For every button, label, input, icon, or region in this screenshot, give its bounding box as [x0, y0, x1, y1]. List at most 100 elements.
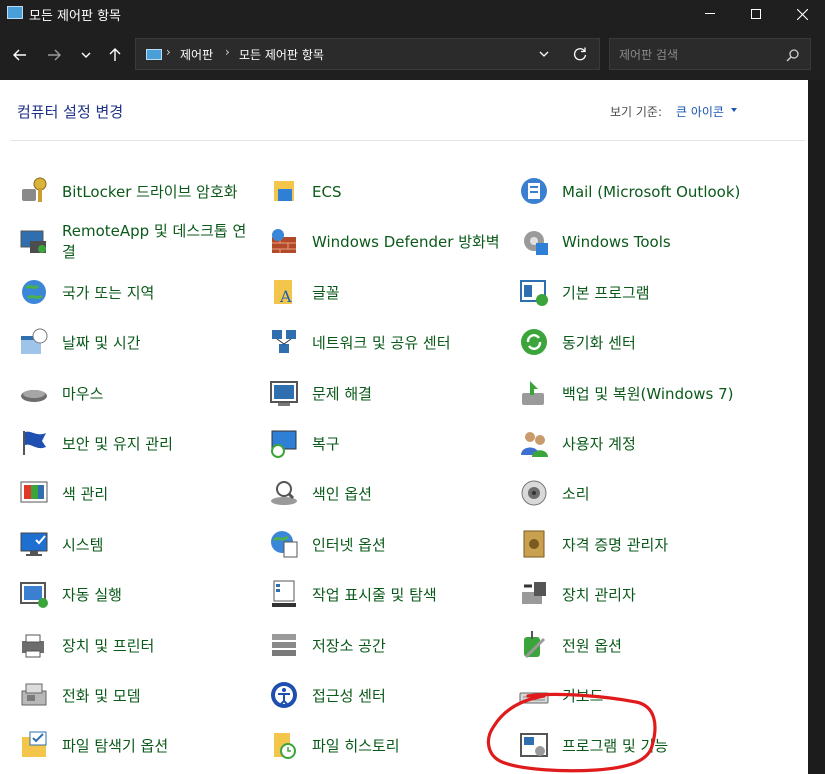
control-panel-item[interactable]: 백업 및 복원(Windows 7) [518, 371, 758, 417]
control-panel-item[interactable]: 마우스 [18, 371, 258, 417]
control-panel-item[interactable]: 문제 해결 [268, 371, 508, 417]
control-panel-item[interactable]: 프로그램 및 기능 [518, 723, 758, 769]
scrollbar-track[interactable] [808, 80, 825, 774]
control-panel-item-label[interactable]: ECS [312, 169, 502, 215]
control-panel-item-label[interactable]: 네트워크 및 공유 센터 [312, 320, 502, 366]
view-by-dropdown[interactable]: 큰 아이콘 [676, 103, 724, 120]
control-panel-item-label[interactable]: 글꼴 [312, 270, 502, 316]
control-panel-item[interactable]: 저장소 공간 [268, 623, 508, 669]
file-history-icon [268, 729, 300, 761]
control-panel-item-label[interactable]: 동기화 센터 [562, 320, 752, 366]
control-panel-item[interactable]: 국가 또는 지역 [18, 270, 258, 316]
control-panel-item-label[interactable]: 사용자 계정 [562, 421, 752, 467]
control-panel-item-label[interactable]: 복구 [312, 421, 502, 467]
address-dropdown-button[interactable] [534, 39, 554, 69]
control-panel-item[interactable]: 네트워크 및 공유 센터 [268, 320, 508, 366]
close-button[interactable] [779, 0, 825, 28]
control-panel-item[interactable]: 접근성 센터 [268, 673, 508, 719]
back-button[interactable] [7, 42, 33, 68]
control-panel-item[interactable]: 키보드 [518, 673, 758, 719]
address-box[interactable]: › 제어판 › 모든 제어판 항목 [135, 38, 600, 70]
control-panel-item[interactable]: 기본 프로그램 [518, 270, 758, 316]
control-panel-item[interactable]: A 글꼴 [268, 270, 508, 316]
control-panel-item-label[interactable]: 백업 및 복원(Windows 7) [562, 371, 752, 417]
control-panel-item-label[interactable]: 색 관리 [62, 471, 252, 517]
control-panel-item-label[interactable]: 접근성 센터 [312, 673, 502, 719]
control-panel-item-label[interactable]: 소리 [562, 471, 752, 517]
window-title: 모든 제어판 항목 [29, 9, 121, 24]
control-panel-item-label[interactable]: 프로그램 및 기능 [562, 723, 752, 769]
control-panel-item-label[interactable]: 전화 및 모뎀 [62, 673, 252, 719]
network-icon [268, 326, 300, 358]
control-panel-item-label[interactable]: 색인 옵션 [312, 471, 502, 517]
control-panel-item-label[interactable]: 저장소 공간 [312, 623, 502, 669]
search-icon[interactable] [786, 47, 799, 66]
control-panel-item-label[interactable]: 문제 해결 [312, 371, 502, 417]
color-management-icon [18, 477, 50, 509]
minimize-button[interactable] [687, 0, 733, 28]
control-panel-item[interactable]: 인터넷 옵션 [268, 522, 508, 568]
control-panel-item[interactable]: ECS [268, 169, 508, 215]
control-panel-item-label[interactable]: 장치 및 프린터 [62, 623, 252, 669]
search-input[interactable]: 제어판 검색 [609, 38, 811, 70]
divider [10, 140, 806, 141]
control-panel-item-label[interactable]: Mail (Microsoft Outlook) [562, 169, 752, 215]
forward-arrow-icon [48, 49, 61, 61]
control-panel-item-label[interactable]: Windows Defender 방화벽 [312, 219, 502, 265]
troubleshooting-icon [268, 377, 300, 409]
control-panel-item-label[interactable]: BitLocker 드라이브 암호화 [62, 169, 252, 215]
control-panel-item-label[interactable]: 자동 실행 [62, 572, 252, 618]
control-panel-item-label[interactable]: 키보드 [562, 673, 752, 719]
control-panel-item[interactable]: 전화 및 모뎀 [18, 673, 258, 719]
control-panel-item[interactable]: Windows Defender 방화벽 [268, 219, 508, 265]
control-panel-item-label[interactable]: RemoteApp 및 데스크톱 연결 [62, 219, 252, 265]
control-panel-item[interactable]: BitLocker 드라이브 암호화 [18, 169, 258, 215]
caret-down-icon[interactable] [731, 108, 737, 112]
breadcrumb-control-panel[interactable]: 제어판 [180, 46, 213, 63]
control-panel-item-label[interactable]: 시스템 [62, 522, 252, 568]
control-panel-item-label[interactable]: 자격 증명 관리자 [562, 522, 752, 568]
recent-locations-button[interactable] [73, 42, 99, 68]
control-panel-item[interactable]: 작업 표시줄 및 탐색 [268, 572, 508, 618]
control-panel-item-label[interactable]: 장치 관리자 [562, 572, 752, 618]
control-panel-item[interactable]: 전원 옵션 [518, 623, 758, 669]
control-panel-item-label[interactable]: 파일 탐색기 옵션 [62, 723, 252, 769]
control-panel-item[interactable]: 소리 [518, 471, 758, 517]
up-button[interactable] [102, 42, 128, 68]
control-panel-item[interactable]: 색인 옵션 [268, 471, 508, 517]
control-panel-item-label[interactable]: 기본 프로그램 [562, 270, 752, 316]
control-panel-item-label[interactable]: 날짜 및 시간 [62, 320, 252, 366]
control-panel-item[interactable]: 날짜 및 시간 [18, 320, 258, 366]
control-panel-item-label[interactable]: 파일 히스토리 [312, 723, 502, 769]
control-panel-item-label[interactable]: Windows Tools [562, 219, 752, 265]
control-panel-item[interactable]: Mail (Microsoft Outlook) [518, 169, 758, 215]
control-panel-item-label[interactable]: 전원 옵션 [562, 623, 752, 669]
control-panel-item[interactable]: Windows Tools [518, 219, 758, 265]
maximize-button[interactable] [733, 0, 779, 28]
refresh-button[interactable] [566, 39, 594, 69]
control-panel-item[interactable]: 색 관리 [18, 471, 258, 517]
storage-spaces-icon [268, 629, 300, 661]
control-panel-item[interactable]: 보안 및 유지 관리 [18, 421, 258, 467]
breadcrumb-all-items[interactable]: 모든 제어판 항목 [239, 46, 324, 63]
control-panel-item[interactable]: 시스템 [18, 522, 258, 568]
control-panel-item-label[interactable]: 국가 또는 지역 [62, 270, 252, 316]
control-panel-item[interactable]: 자동 실행 [18, 572, 258, 618]
control-panel-item-label[interactable]: 작업 표시줄 및 탐색 [312, 572, 502, 618]
recovery-icon [268, 427, 300, 459]
control-panel-item[interactable]: 장치 및 프린터 [18, 623, 258, 669]
control-panel-item[interactable]: 파일 탐색기 옵션 [18, 723, 258, 769]
control-panel-item[interactable]: 복구 [268, 421, 508, 467]
control-panel-item[interactable]: 사용자 계정 [518, 421, 758, 467]
forward-button[interactable] [41, 42, 67, 68]
control-panel-item-label[interactable]: 인터넷 옵션 [312, 522, 502, 568]
control-panel-item[interactable]: 자격 증명 관리자 [518, 522, 758, 568]
control-panel-item-label[interactable]: 마우스 [62, 371, 252, 417]
default-programs-icon [518, 276, 550, 308]
control-panel-item[interactable]: 동기화 센터 [518, 320, 758, 366]
control-panel-item-label[interactable]: 보안 및 유지 관리 [62, 421, 252, 467]
control-panel-item[interactable]: RemoteApp 및 데스크톱 연결 [18, 219, 258, 265]
control-panel-item[interactable]: 파일 히스토리 [268, 723, 508, 769]
control-panel-item[interactable]: 장치 관리자 [518, 572, 758, 618]
title-bar: 모든 제어판 항목 [0, 0, 825, 28]
